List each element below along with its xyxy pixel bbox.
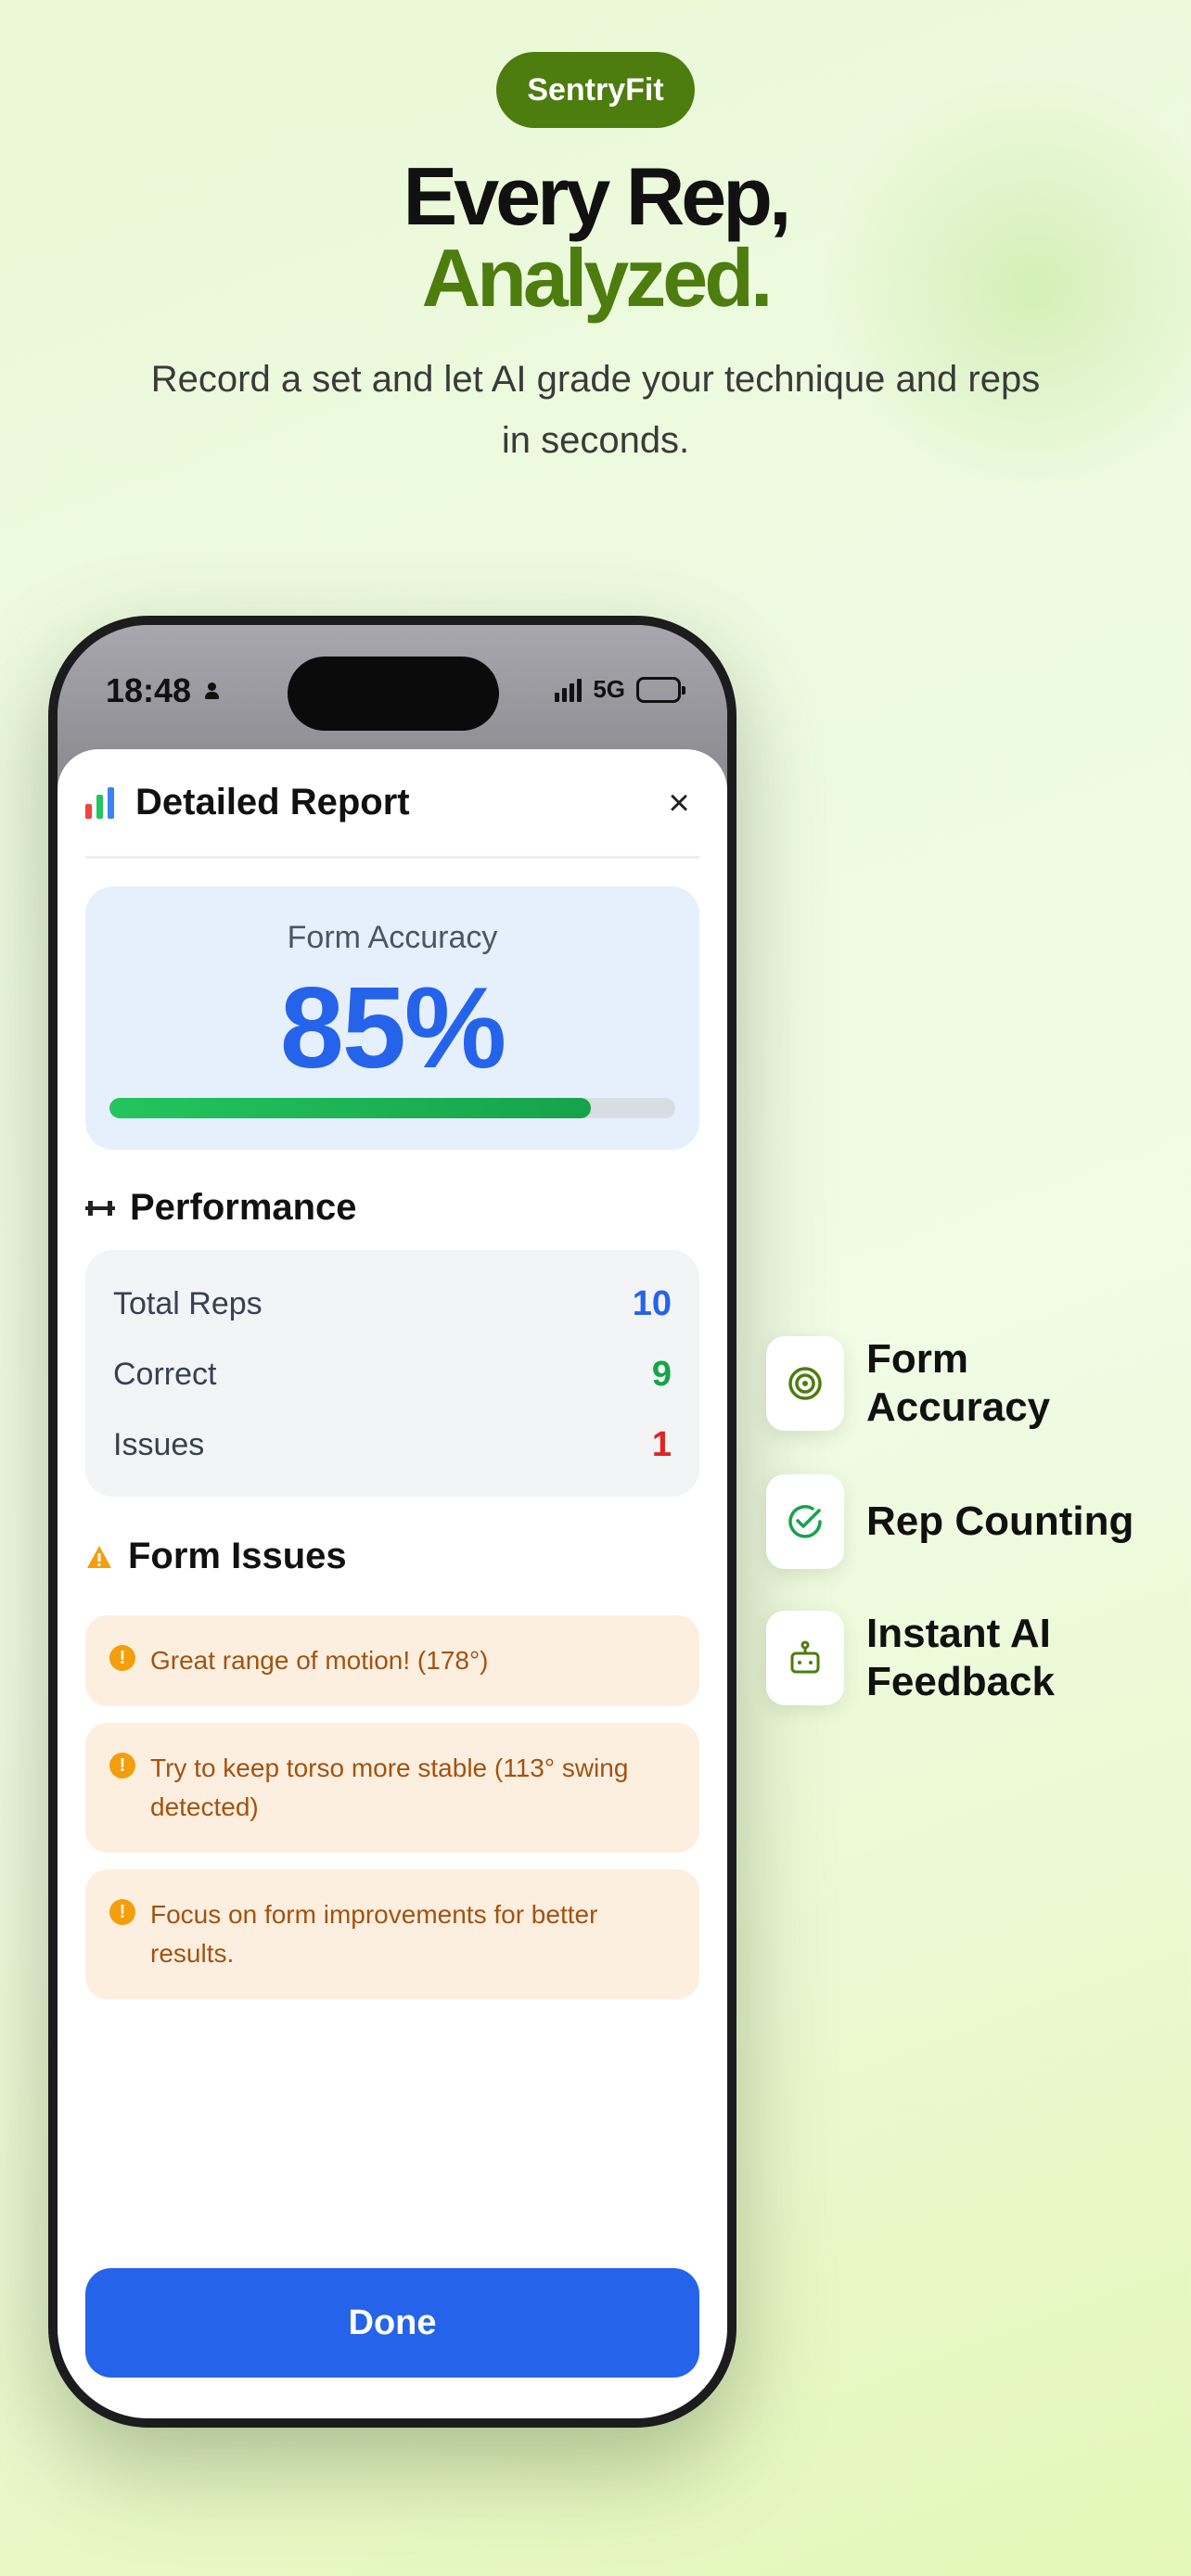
hero-subtitle: Record a set and let AI grade your techn… bbox=[150, 359, 1041, 461]
accuracy-progress-fill bbox=[109, 1098, 591, 1118]
stat-value: 10 bbox=[632, 1283, 672, 1323]
alert-icon: ! bbox=[109, 1645, 135, 1671]
target-icon bbox=[766, 1336, 844, 1431]
status-bar: 18:48 5G bbox=[58, 625, 727, 759]
issue-item: ! Try to keep torso more stable (113° sw… bbox=[85, 1723, 699, 1853]
headline-line-1: Every Rep, bbox=[403, 150, 792, 242]
performance-title: Performance bbox=[130, 1187, 357, 1228]
close-button[interactable]: × bbox=[659, 783, 699, 823]
battery-icon bbox=[636, 676, 685, 703]
issue-text: Focus on form improvements for better re… bbox=[150, 1900, 598, 1968]
accuracy-card: Form Accuracy 85% bbox=[85, 886, 699, 1150]
form-issues-heading: Form Issues bbox=[85, 1536, 347, 1577]
dumbbell-icon bbox=[85, 1199, 115, 1218]
issue-text: Try to keep torso more stable (113° swin… bbox=[150, 1753, 629, 1821]
report-sheet: Detailed Report × Form Accuracy 85% Perf… bbox=[58, 749, 727, 2418]
sheet-header: Detailed Report × bbox=[85, 749, 699, 859]
feature-rep-counting: Rep Counting bbox=[766, 1474, 1145, 1569]
form-issues-title: Form Issues bbox=[128, 1536, 347, 1576]
accuracy-label: Form Accuracy bbox=[287, 920, 498, 955]
bar-chart-icon bbox=[85, 786, 115, 819]
stat-label: Total Reps bbox=[113, 1285, 263, 1321]
status-indicators: 5G bbox=[555, 675, 685, 704]
robot-icon bbox=[766, 1611, 844, 1705]
feature-instant-ai-feedback: Instant AI Feedback bbox=[766, 1610, 1145, 1706]
phone-mockup: 18:48 5G Detailed Report × Form Accuracy… bbox=[48, 616, 736, 2428]
stat-label: Correct bbox=[113, 1356, 217, 1392]
feature-label: Instant AI Feedback bbox=[866, 1611, 1055, 1704]
done-button[interactable]: Done bbox=[85, 2268, 699, 2378]
report-title: Detailed Report bbox=[135, 782, 410, 823]
stat-value: 9 bbox=[651, 1354, 672, 1394]
feature-label: Rep Counting bbox=[866, 1498, 1134, 1544]
performance-heading: Performance bbox=[85, 1187, 357, 1229]
headline-line-2: Analyzed. bbox=[421, 232, 774, 324]
dynamic-island bbox=[288, 657, 499, 731]
performance-card: Total Reps 10 Correct 9 Issues 1 bbox=[85, 1250, 699, 1497]
issue-text: Great range of motion! (178°) bbox=[150, 1646, 489, 1675]
feature-form-accuracy: Form Accuracy bbox=[766, 1335, 1145, 1432]
brand-badge: SentryFit bbox=[496, 52, 695, 128]
signal-icon bbox=[555, 678, 583, 702]
accuracy-value: 85% bbox=[279, 964, 506, 1092]
issue-item: ! Focus on form improvements for better … bbox=[85, 1869, 699, 1999]
warning-icon bbox=[87, 1545, 111, 1568]
status-time: 18:48 bbox=[106, 671, 220, 710]
alert-icon: ! bbox=[109, 1899, 135, 1925]
feature-label: Form Accuracy bbox=[866, 1336, 1051, 1430]
issue-item: ! Great range of motion! (178°) bbox=[85, 1615, 699, 1706]
network-label: 5G bbox=[593, 675, 625, 703]
stat-row-correct: Correct 9 bbox=[113, 1339, 672, 1409]
check-circle-icon bbox=[766, 1474, 844, 1569]
phone-screen: 18:48 5G Detailed Report × Form Accuracy… bbox=[58, 625, 727, 2418]
stat-label: Issues bbox=[113, 1426, 205, 1462]
alert-icon: ! bbox=[109, 1753, 135, 1779]
accuracy-progress-bar bbox=[109, 1098, 675, 1118]
person-icon bbox=[204, 681, 220, 701]
stat-value: 1 bbox=[651, 1424, 672, 1464]
headline: Every Rep, Analyzed. bbox=[0, 156, 1191, 319]
status-time-text: 18:48 bbox=[106, 671, 192, 709]
stat-row-total-reps: Total Reps 10 bbox=[113, 1269, 672, 1339]
stat-row-issues: Issues 1 bbox=[113, 1409, 672, 1480]
